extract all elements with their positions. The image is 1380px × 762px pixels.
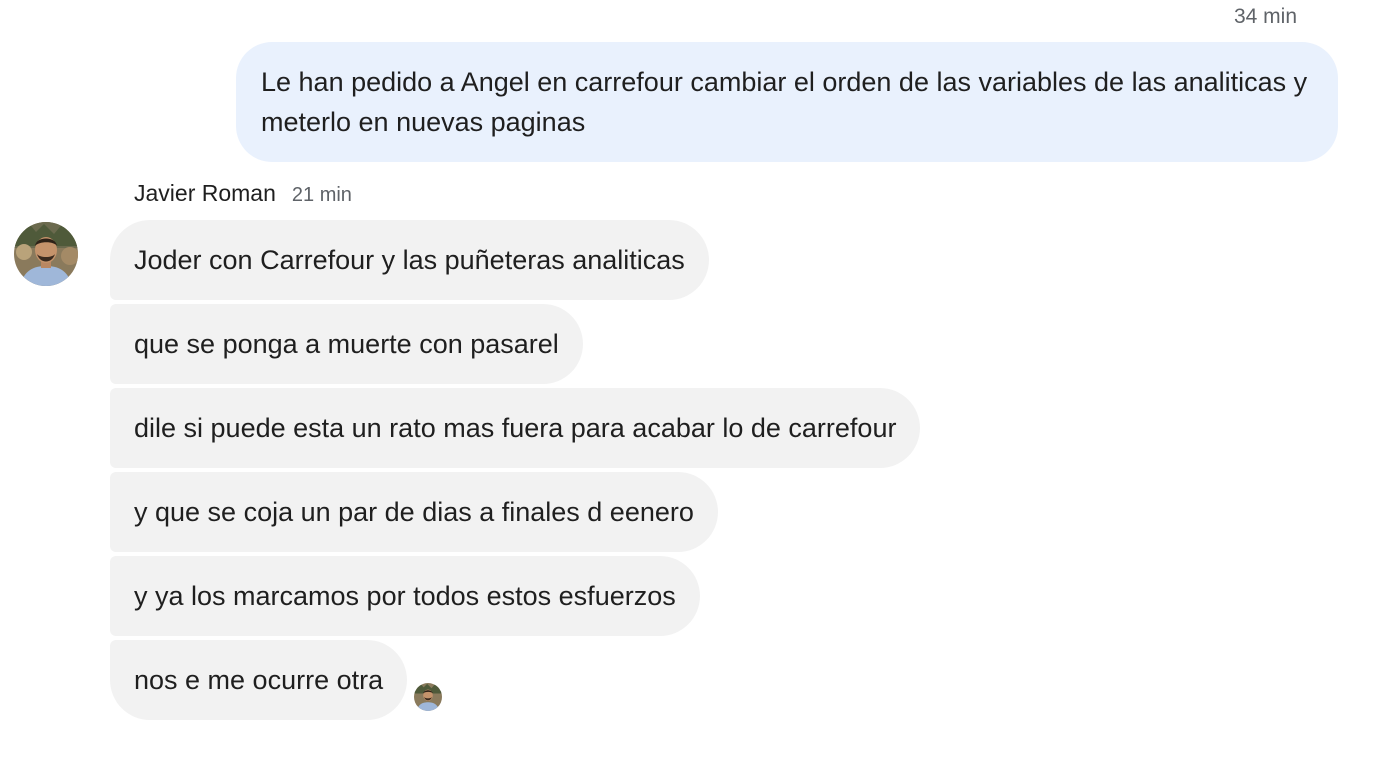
incoming-message-list: Joder con Carrefour y las puñeteras anal… [110,220,921,720]
incoming-message-bubble[interactable]: nos e me ocurre otra [110,640,408,720]
incoming-message-bubble[interactable]: que se ponga a muerte con pasarel [110,304,583,384]
incoming-message-bubble[interactable]: dile si puede esta un rato mas fuera par… [110,388,921,468]
incoming-timestamp: 21 min [291,184,352,206]
user-avatar-icon[interactable] [14,222,78,286]
sender-name[interactable]: Javier Roman [134,180,276,207]
incoming-message-bubble[interactable]: y que se coja un par de dias a finales d… [110,472,718,552]
sender-header: Javier Roman 21 min [134,180,352,210]
incoming-message-bubble[interactable]: Joder con Carrefour y las puñeteras anal… [110,220,709,300]
incoming-message-bubble[interactable]: y ya los marcamos por todos estos esfuer… [110,556,700,636]
outgoing-message-bubble[interactable]: Le han pedido a Angel en carrefour cambi… [236,42,1338,162]
read-receipt-avatar-icon [414,683,442,711]
outgoing-timestamp: 34 min [1233,5,1297,28]
